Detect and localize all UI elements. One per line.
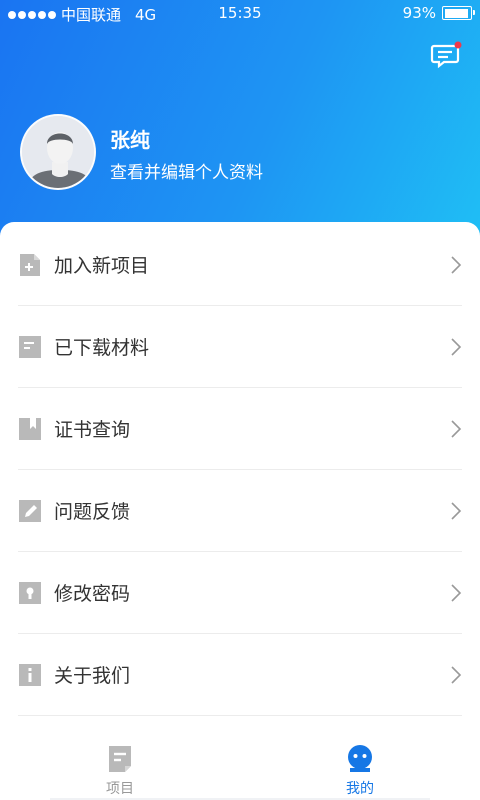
menu-label: 修改密码 — [54, 583, 131, 605]
menu-label: 已下载材料 — [54, 337, 150, 359]
tab-projects[interactable]: 项目 — [0, 736, 240, 800]
menu-label: 问题反馈 — [54, 501, 131, 523]
menu-item-join-project[interactable]: 加入新项目 — [18, 224, 462, 306]
battery-percent: 93% — [402, 4, 436, 22]
battery-level-fill — [444, 8, 468, 18]
menu-label: 加入新项目 — [54, 255, 150, 277]
chevron-right-icon — [451, 584, 462, 602]
chevron-right-icon — [451, 256, 462, 274]
chevron-right-icon — [451, 502, 462, 520]
edit-profile-link[interactable]: 查看并编辑个人资料 — [110, 158, 263, 183]
menu-item-about-us[interactable]: 关于我们 — [18, 634, 462, 716]
edit-pencil-icon — [19, 500, 41, 522]
menu-item-change-password[interactable]: 修改密码 — [18, 552, 462, 634]
menu-card: 加入新项目 已下载材料 证书查询 问题反馈 修改密码 关于我们 — [0, 222, 480, 742]
notification-dot — [454, 41, 462, 49]
project-document-icon — [109, 746, 131, 772]
status-bar: 中国联通 4G 15:35 93% — [0, 0, 480, 26]
tab-label: 项目 — [106, 781, 134, 797]
status-right: 93% — [402, 4, 475, 22]
tab-label: 我的 — [346, 781, 374, 797]
tab-mine[interactable]: 我的 — [240, 736, 480, 800]
chevron-right-icon — [451, 338, 462, 356]
menu-item-downloaded-materials[interactable]: 已下载材料 — [18, 306, 462, 388]
lock-icon — [19, 582, 41, 604]
profile-name[interactable]: 张纯 — [110, 124, 150, 153]
certificate-bookmark-icon — [19, 418, 41, 440]
chevron-right-icon — [451, 666, 462, 684]
file-add-icon — [20, 254, 40, 276]
menu-label: 证书查询 — [54, 419, 131, 441]
menu-item-feedback[interactable]: 问题反馈 — [18, 470, 462, 552]
battery-icon — [442, 6, 475, 20]
document-icon — [19, 336, 41, 358]
menu-item-certificate-query[interactable]: 证书查询 — [18, 388, 462, 470]
profile-face-icon — [348, 745, 372, 772]
message-icon[interactable] — [430, 40, 464, 70]
chevron-right-icon — [451, 420, 462, 438]
avatar[interactable] — [20, 114, 96, 190]
info-icon — [19, 664, 41, 686]
bottom-tab-bar: 项目 我的 — [0, 736, 480, 800]
menu-label: 关于我们 — [54, 665, 131, 687]
